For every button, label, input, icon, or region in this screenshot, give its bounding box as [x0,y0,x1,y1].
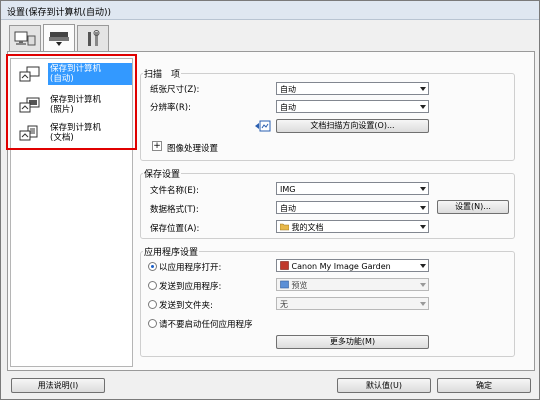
chevron-down-icon [420,87,426,91]
chevron-down-icon [420,105,426,109]
expand-icon[interactable]: + [152,141,162,151]
send-folder-radio[interactable] [148,300,157,309]
mode-photo-text: 保存到计算机 (照片) [50,95,102,115]
scan-options-title: 扫描 项 [143,67,182,80]
send-app-label: 发送到应用程序: [159,282,222,292]
chevron-down-icon [420,206,426,210]
send-app-value: 预览 [291,281,308,290]
save-document-icon [19,125,38,141]
mode-document-text: 保存到计算机 (文档) [50,123,102,143]
send-folder-value: 无 [280,300,288,309]
mode-auto-label: 保存到计算机 (自动) [48,63,132,85]
scanner-icon [49,31,69,46]
paper-size-label: 纸张尺寸(Z): [150,85,200,95]
app-settings-title: 应用程序设置 [143,245,200,258]
settings-dialog: 设置(保存到计算机(自动)) 保存到计算机 (自动) 保存到计算机 (照片) 保… [0,0,540,400]
location-label: 保存位置(A): [150,224,200,234]
ok-button[interactable]: 确定 [437,378,531,393]
send-app-select[interactable]: 预览 [276,278,429,291]
no-app-label: 请不要启动任何应用程序 [159,320,253,330]
image-processing-label: 图像处理设置 [167,144,219,154]
no-app-radio[interactable] [148,319,157,328]
mode-document[interactable]: 保存到计算机 (文档) [12,121,130,147]
filename-combo[interactable]: IMG [276,182,429,195]
format-value: 自动 [280,204,296,213]
open-app-value: Canon My Image Garden [291,262,391,271]
save-to-computer-icon [19,66,40,82]
orientation-settings-button[interactable]: 文档扫描方向设置(O)... [276,119,429,133]
save-settings-title: 保存设置 [143,167,182,180]
chevron-down-icon [420,187,426,191]
orientation-icon [255,120,271,132]
mode-photo[interactable]: 保存到计算机 (照片) [12,93,130,119]
filename-value: IMG [280,185,296,194]
resolution-label: 分辨率(R): [150,103,191,113]
format-settings-button[interactable]: 设置(N)... [437,200,509,214]
chevron-down-icon [420,264,426,268]
open-app-select[interactable]: Canon My Image Garden [276,259,429,272]
help-button[interactable]: 用法说明(I) [11,378,105,393]
open-app-label: 以应用程序打开: [159,263,222,273]
mode-auto[interactable]: 保存到计算机 (自动) [12,62,132,88]
preview-icon [280,280,289,289]
open-app-radio[interactable] [148,262,157,271]
chevron-down-icon [420,283,426,287]
tab-general-settings[interactable] [77,25,109,52]
resolution-value: 自动 [280,103,296,112]
save-photo-icon [19,97,40,113]
location-select[interactable]: 我的文档 [276,220,429,233]
send-folder-select[interactable]: 无 [276,297,429,310]
tab-scan-from-operation-panel[interactable] [43,24,75,52]
title-bar: 设置(保存到计算机(自动)) [1,1,539,20]
monitor-icon [14,31,36,46]
mode-auto-text: 保存到计算机 (自动) [50,64,102,84]
chevron-down-icon [420,225,426,229]
defaults-button[interactable]: 默认值(U) [337,378,431,393]
more-functions-button[interactable]: 更多功能(M) [276,335,429,349]
mode-photo-label: 保存到计算机 (照片) [48,94,132,116]
paper-size-value: 自动 [280,85,296,94]
send-app-radio[interactable] [148,281,157,290]
filename-label: 文件名称(E): [150,186,199,196]
format-label: 数据格式(T): [150,205,199,215]
send-folder-label: 发送到文件夹: [159,301,213,311]
app-icon [280,261,289,270]
tab-scan-from-computer[interactable] [9,25,41,52]
window-title: 设置(保存到计算机(自动)) [7,8,112,18]
resolution-select[interactable]: 自动 [276,100,429,113]
location-value: 我的文档 [291,223,324,232]
paper-size-select[interactable]: 自动 [276,82,429,95]
chevron-down-icon [420,302,426,306]
mode-document-label: 保存到计算机 (文档) [48,122,132,144]
folder-icon [279,223,290,231]
format-select[interactable]: 自动 [276,201,429,214]
tools-icon [88,30,100,46]
